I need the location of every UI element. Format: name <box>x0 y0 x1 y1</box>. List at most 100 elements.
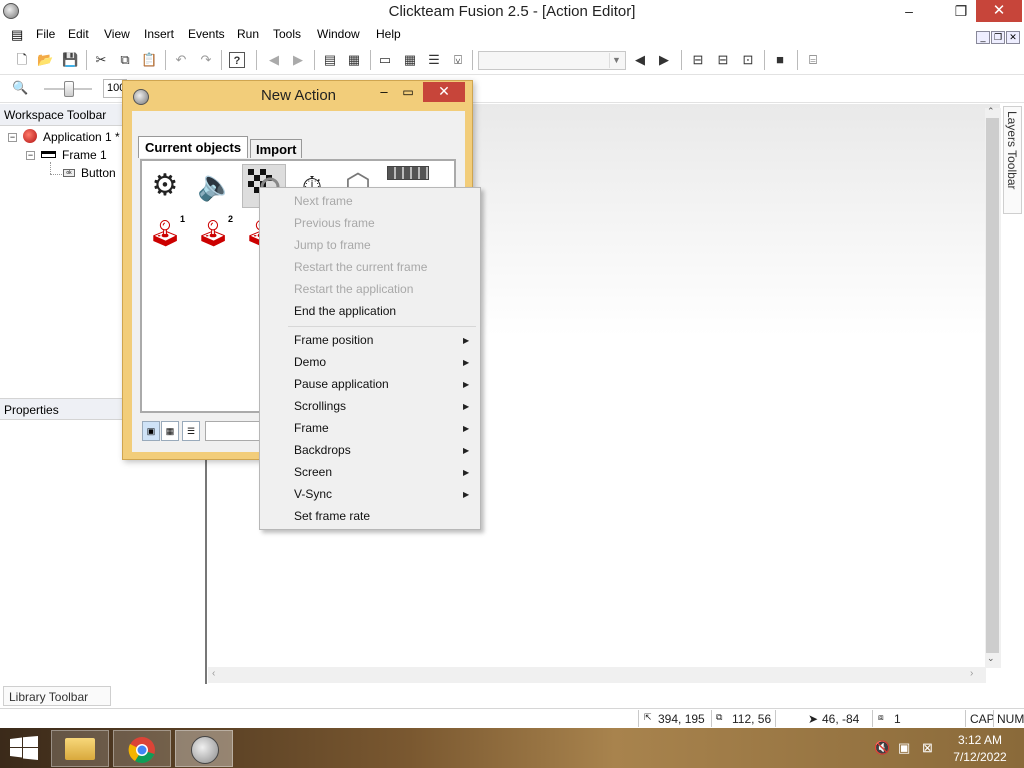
cut-icon[interactable]: ✂ <box>93 52 109 68</box>
menu-file[interactable]: File <box>36 27 55 41</box>
library-toolbar-tab[interactable]: Library Toolbar <box>3 686 111 706</box>
insert-event-icon[interactable]: ⊟ <box>690 52 706 68</box>
chrome-button[interactable] <box>113 730 171 767</box>
next-icon[interactable]: ▶ <box>656 52 672 68</box>
insert-group-icon[interactable]: ⊡ <box>740 52 756 68</box>
mdi-close-icon[interactable]: ✕ <box>1006 31 1020 44</box>
copy-icon[interactable]: ⧉ <box>117 52 133 68</box>
dialog-close-button[interactable]: ✕ <box>423 82 465 102</box>
keyboard-mouse-icon[interactable] <box>387 166 429 180</box>
menu-help[interactable]: Help <box>376 27 401 41</box>
network-error-icon[interactable]: ⊠ <box>922 740 933 756</box>
tab-current-objects[interactable]: Current objects <box>138 136 249 158</box>
scroll-down-icon[interactable]: ⌄ <box>987 653 995 664</box>
scroll-left-icon[interactable]: ‹ <box>212 668 215 679</box>
event-combo[interactable]: ▼ <box>478 51 626 70</box>
tree-item-application[interactable]: Application 1 * <box>43 130 120 144</box>
dialog-maximize-button[interactable]: ▭ <box>399 83 417 103</box>
status-layer: 1 <box>894 712 901 726</box>
data-elements-icon[interactable]: ⍌ <box>450 52 466 68</box>
list-view-icon[interactable]: ☰ <box>182 421 200 441</box>
menu-item-jump-to-frame[interactable]: Jump to frame <box>294 238 371 252</box>
menu-item-screen[interactable]: Screen <box>294 465 332 479</box>
player-2-number: 2 <box>228 214 234 224</box>
storyboard-icon[interactable]: ▤ <box>322 52 338 68</box>
vertical-scrollbar[interactable]: ⌃ ⌄ <box>985 106 1001 668</box>
close-button[interactable]: ✕ <box>976 0 1022 22</box>
menu-item-backdrops[interactable]: Backdrops <box>294 443 351 457</box>
dialog-minimize-button[interactable]: – <box>375 83 393 103</box>
toolbar-options-icon[interactable]: ⌸ <box>805 52 821 68</box>
new-icon[interactable]: 🗋 <box>14 52 30 68</box>
menu-item-restart-application[interactable]: Restart the application <box>294 282 413 296</box>
tree-item-button[interactable]: Button <box>81 166 116 180</box>
menu-item-pause-application[interactable]: Pause application <box>294 377 389 391</box>
speaker-muted-icon[interactable]: 🔇 <box>874 740 890 756</box>
scroll-up-icon[interactable]: ⌃ <box>987 106 995 117</box>
open-folder-icon[interactable]: 📂 <box>37 52 53 68</box>
menu-events[interactable]: Events <box>188 27 225 41</box>
menu-item-restart-current-frame[interactable]: Restart the current frame <box>294 260 427 274</box>
tab-import[interactable]: Import <box>250 139 303 158</box>
layers-toolbar-tab[interactable]: Layers Toolbar <box>1003 106 1022 214</box>
save-icon[interactable]: 💾 <box>62 52 78 68</box>
clickteam-fusion-button[interactable] <box>175 730 233 767</box>
menu-view[interactable]: View <box>104 27 130 41</box>
undo-icon[interactable]: ↶ <box>173 52 189 68</box>
event-grid-icon[interactable]: ▦ <box>346 52 362 68</box>
menu-tools[interactable]: Tools <box>273 27 301 41</box>
help-icon[interactable]: ? <box>229 52 245 68</box>
small-icons-view-icon[interactable]: ▦ <box>161 421 179 441</box>
forward-icon[interactable]: ▶ <box>290 52 306 68</box>
filter-input[interactable] <box>205 421 265 441</box>
chevron-down-icon[interactable]: ▼ <box>609 53 623 68</box>
insert-comment-icon[interactable]: ⊟ <box>715 52 731 68</box>
clock-date[interactable]: 7/12/2022 <box>950 750 1010 764</box>
back-icon[interactable]: ◀ <box>266 52 282 68</box>
event-editor-icon[interactable]: ▦ <box>402 52 418 68</box>
frame-actions-context-menu: Next frame Previous frame Jump to frame … <box>259 187 481 530</box>
event-list-icon[interactable]: ☰ <box>426 52 442 68</box>
document-menu-icon[interactable]: ▤ <box>11 27 23 43</box>
large-icons-view-icon[interactable]: ▣ <box>142 421 160 441</box>
menu-item-next-frame[interactable]: Next frame <box>294 194 353 208</box>
collapse-icon[interactable]: − <box>8 133 17 142</box>
stop-icon[interactable]: ■ <box>772 52 788 68</box>
zoom-slider-thumb[interactable] <box>64 81 74 97</box>
menu-item-v-sync[interactable]: V-Sync <box>294 487 332 501</box>
status-bar: ⇱ 394, 195 ⧉ 112, 56 ➤ 46, -84 ⧈ 1 CAP N… <box>0 708 1024 728</box>
menu-item-demo[interactable]: Demo <box>294 355 326 369</box>
mdi-minimize-icon[interactable]: _ <box>976 31 990 44</box>
clock-time[interactable]: 3:12 AM <box>954 733 1006 747</box>
special-conditions-gears-icon[interactable]: ⚙ <box>147 168 183 204</box>
sound-speaker-icon[interactable]: 🔈 <box>197 168 234 204</box>
previous-icon[interactable]: ◀ <box>632 52 648 68</box>
scroll-right-icon[interactable]: › <box>970 668 973 679</box>
menu-item-end-application[interactable]: End the application <box>294 304 396 318</box>
start-button[interactable] <box>10 736 38 760</box>
redo-icon[interactable]: ↷ <box>198 52 214 68</box>
menu-run[interactable]: Run <box>237 27 259 41</box>
zoom-magnifier-icon[interactable]: 🔍 <box>12 80 28 96</box>
menu-insert[interactable]: Insert <box>144 27 174 41</box>
menu-item-previous-frame[interactable]: Previous frame <box>294 216 375 230</box>
menu-item-frame[interactable]: Frame <box>294 421 329 435</box>
player-2-joystick-icon[interactable]: 🕹 <box>195 215 231 251</box>
menu-item-set-frame-rate[interactable]: Set frame rate <box>294 509 370 523</box>
menu-item-frame-position[interactable]: Frame position <box>294 333 373 347</box>
power-icon[interactable]: ▣ <box>898 740 910 756</box>
menu-edit[interactable]: Edit <box>68 27 89 41</box>
menu-window[interactable]: Window <box>317 27 360 41</box>
vertical-scroll-thumb[interactable] <box>986 118 999 653</box>
collapse-icon[interactable]: − <box>26 151 35 160</box>
horizontal-scrollbar[interactable]: ‹ › <box>208 667 986 683</box>
paste-icon[interactable]: 📋 <box>141 52 157 68</box>
file-explorer-button[interactable] <box>51 730 109 767</box>
minimize-button[interactable]: – <box>894 0 924 22</box>
player-1-joystick-icon[interactable]: 🕹 <box>147 215 183 251</box>
frame-editor-icon[interactable]: ▭ <box>377 52 393 68</box>
mdi-restore-icon[interactable]: ❐ <box>991 31 1005 44</box>
maximize-button[interactable]: ❐ <box>946 0 976 22</box>
menu-item-scrollings[interactable]: Scrollings <box>294 399 346 413</box>
tree-item-frame[interactable]: Frame 1 <box>62 148 107 162</box>
